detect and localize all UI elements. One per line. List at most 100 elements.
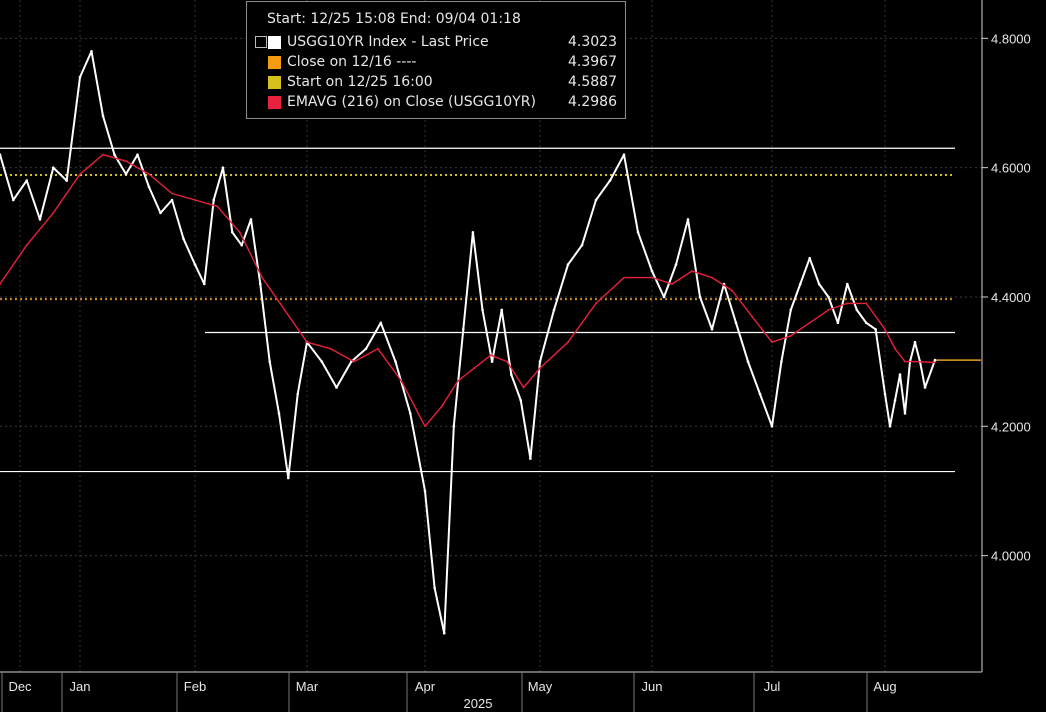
x-tick-label: Feb <box>184 679 206 694</box>
legend-item-last-price[interactable]: USGG10YR Index - Last Price 4.3023 <box>255 34 621 52</box>
data-point <box>452 425 456 428</box>
data-point <box>25 244 28 247</box>
data-point <box>102 153 104 156</box>
data-point <box>904 360 906 363</box>
data-point <box>662 295 666 299</box>
data-point <box>90 50 93 53</box>
data-point <box>12 198 15 202</box>
data-point <box>249 218 253 221</box>
data-point <box>836 321 840 325</box>
data-point <box>320 360 324 363</box>
legend-item-start[interactable]: Start on 12/25 16:00 4.5887 <box>255 74 621 92</box>
data-point <box>888 425 892 428</box>
x-tick-label: Dec <box>8 679 32 694</box>
data-point <box>566 263 570 266</box>
data-point <box>817 282 821 286</box>
data-point <box>539 367 541 369</box>
data-point <box>490 360 494 363</box>
data-point <box>623 276 625 279</box>
collapse-toggle-icon[interactable] <box>255 36 267 48</box>
data-point <box>125 160 127 163</box>
data-point <box>433 586 436 590</box>
data-point <box>440 406 443 408</box>
data-point <box>462 328 465 331</box>
legend-swatch <box>268 56 281 69</box>
data-point <box>52 212 55 214</box>
x-tick-label: Jul <box>764 679 781 694</box>
legend-item-close[interactable]: Close on 12/16 ---- 4.3967 <box>255 54 621 72</box>
data-point <box>442 631 446 635</box>
x-tick-label: Jun <box>642 679 663 694</box>
x-tick-label: Jan <box>70 679 91 694</box>
legend-item-emavg[interactable]: EMAVG (216) on Close (USGG10YR) 4.2986 <box>255 94 621 112</box>
data-point <box>883 392 887 396</box>
data-point <box>394 360 397 363</box>
data-point <box>864 321 868 325</box>
data-point <box>855 308 859 312</box>
legend-value: 4.3023 <box>568 34 617 50</box>
x-tick-label: Aug <box>873 679 896 694</box>
data-point <box>914 360 916 363</box>
data-point <box>698 295 702 299</box>
data-point <box>65 179 68 182</box>
data-point <box>884 328 886 331</box>
series-line-last-price <box>0 50 936 635</box>
data-point <box>194 199 196 201</box>
data-point <box>329 347 332 350</box>
data-point <box>731 289 733 292</box>
y-tick-label: 4.0000 <box>991 549 1031 564</box>
legend-swatch <box>268 76 281 89</box>
data-point <box>808 256 811 260</box>
data-point <box>268 360 272 363</box>
data-point <box>182 237 185 241</box>
legend-label: Start on 12/25 16:00 <box>287 74 433 90</box>
data-point <box>771 341 773 344</box>
data-point <box>423 489 427 493</box>
data-point <box>170 198 174 202</box>
data-point <box>400 380 403 382</box>
data-point <box>79 173 81 176</box>
data-point <box>865 302 868 305</box>
legend: Start: 12/25 15:08 End: 09/04 01:18 USGG… <box>246 1 626 119</box>
data-point <box>595 302 597 305</box>
data-point <box>580 243 584 247</box>
data-point <box>221 166 225 169</box>
data-point <box>52 166 55 169</box>
data-point <box>277 412 281 415</box>
data-point <box>147 185 151 189</box>
data-point <box>113 153 116 156</box>
data-point <box>674 263 678 266</box>
data-point <box>457 380 459 382</box>
data-point <box>538 360 542 363</box>
data-point <box>827 295 830 299</box>
data-point <box>933 358 937 362</box>
legend-label: USGG10YR Index - Last Price <box>287 34 489 50</box>
data-point <box>636 231 640 234</box>
data-point <box>500 308 504 312</box>
data-point <box>379 321 383 325</box>
data-point <box>552 308 556 312</box>
data-point <box>212 198 215 202</box>
data-point <box>789 334 792 337</box>
legend-header: Start: 12/25 15:08 End: 09/04 01:18 <box>267 11 521 27</box>
data-point <box>424 425 426 428</box>
data-point <box>506 360 508 363</box>
data-point <box>934 361 936 364</box>
data-point <box>519 399 523 402</box>
data-point <box>608 179 612 182</box>
data-point <box>799 282 802 286</box>
data-point <box>734 321 738 325</box>
data-point <box>25 179 29 182</box>
data-point <box>231 231 234 234</box>
x-tick-label: May <box>528 679 553 694</box>
data-point <box>686 218 690 221</box>
data-point <box>913 340 917 344</box>
data-point <box>364 347 368 351</box>
year-label: 2025 <box>464 696 493 711</box>
data-point <box>409 412 412 415</box>
data-point <box>622 153 626 156</box>
data-point <box>770 425 774 428</box>
data-point <box>650 269 654 273</box>
data-point <box>923 386 927 389</box>
data-point <box>473 367 476 369</box>
